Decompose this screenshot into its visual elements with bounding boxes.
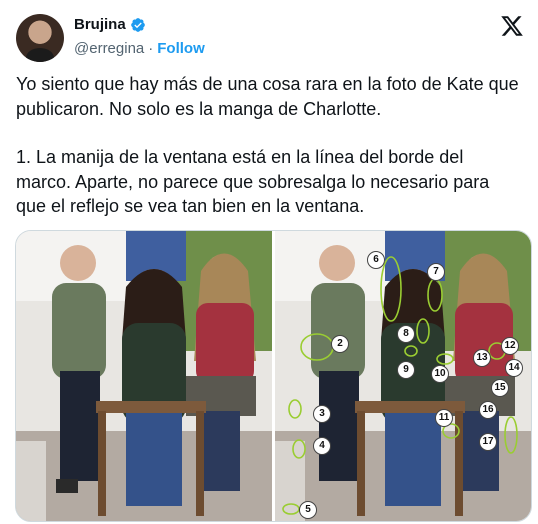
annotation-17: 17	[479, 433, 497, 451]
annotation-13: 13	[473, 349, 491, 367]
annotation-9: 9	[397, 361, 415, 379]
annotation-2: 2	[331, 335, 349, 353]
photo-original[interactable]	[16, 231, 272, 521]
annotation-6: 6	[367, 251, 385, 269]
tweet-paragraph-2: 1. La manija de la ventana está en la lí…	[16, 147, 490, 216]
author-name-row: Brujina	[74, 16, 146, 33]
separator-dot: ·	[148, 40, 154, 57]
annotation-7: 7	[427, 263, 445, 281]
photo-annotated[interactable]: 2 3 4 5 6 7 8 9 10 11 12 13 14 15 16 17	[275, 231, 531, 521]
annotation-11: 11	[435, 409, 453, 427]
annotation-10: 10	[431, 365, 449, 383]
author-name[interactable]: Brujina	[74, 16, 126, 33]
annotation-3: 3	[313, 405, 331, 423]
author-handle[interactable]: @erregina	[74, 40, 144, 57]
annotation-4: 4	[313, 437, 331, 455]
tweet-text: Yo siento que hay más de una cosa rara e…	[16, 72, 521, 219]
annotation-5: 5	[299, 501, 317, 519]
annotation-8: 8	[397, 325, 415, 343]
photo-grid: 2 3 4 5 6 7 8 9 10 11 12 13 14 15 16 17	[15, 230, 532, 522]
annotation-16: 16	[479, 401, 497, 419]
avatar[interactable]	[16, 14, 64, 62]
annotation-14: 14	[505, 359, 523, 377]
annotation-12: 12	[501, 337, 519, 355]
tweet-header: Brujina @erregina · Follow	[16, 12, 530, 64]
tweet-paragraph-1: Yo siento que hay más de una cosa rara e…	[16, 74, 519, 119]
handle-row: @erregina · Follow	[74, 40, 205, 57]
annotation-15: 15	[491, 379, 509, 397]
verified-badge-icon	[130, 17, 145, 32]
x-logo-icon[interactable]	[500, 14, 524, 38]
follow-button[interactable]: Follow	[157, 40, 205, 57]
family-photo-image	[16, 231, 272, 521]
